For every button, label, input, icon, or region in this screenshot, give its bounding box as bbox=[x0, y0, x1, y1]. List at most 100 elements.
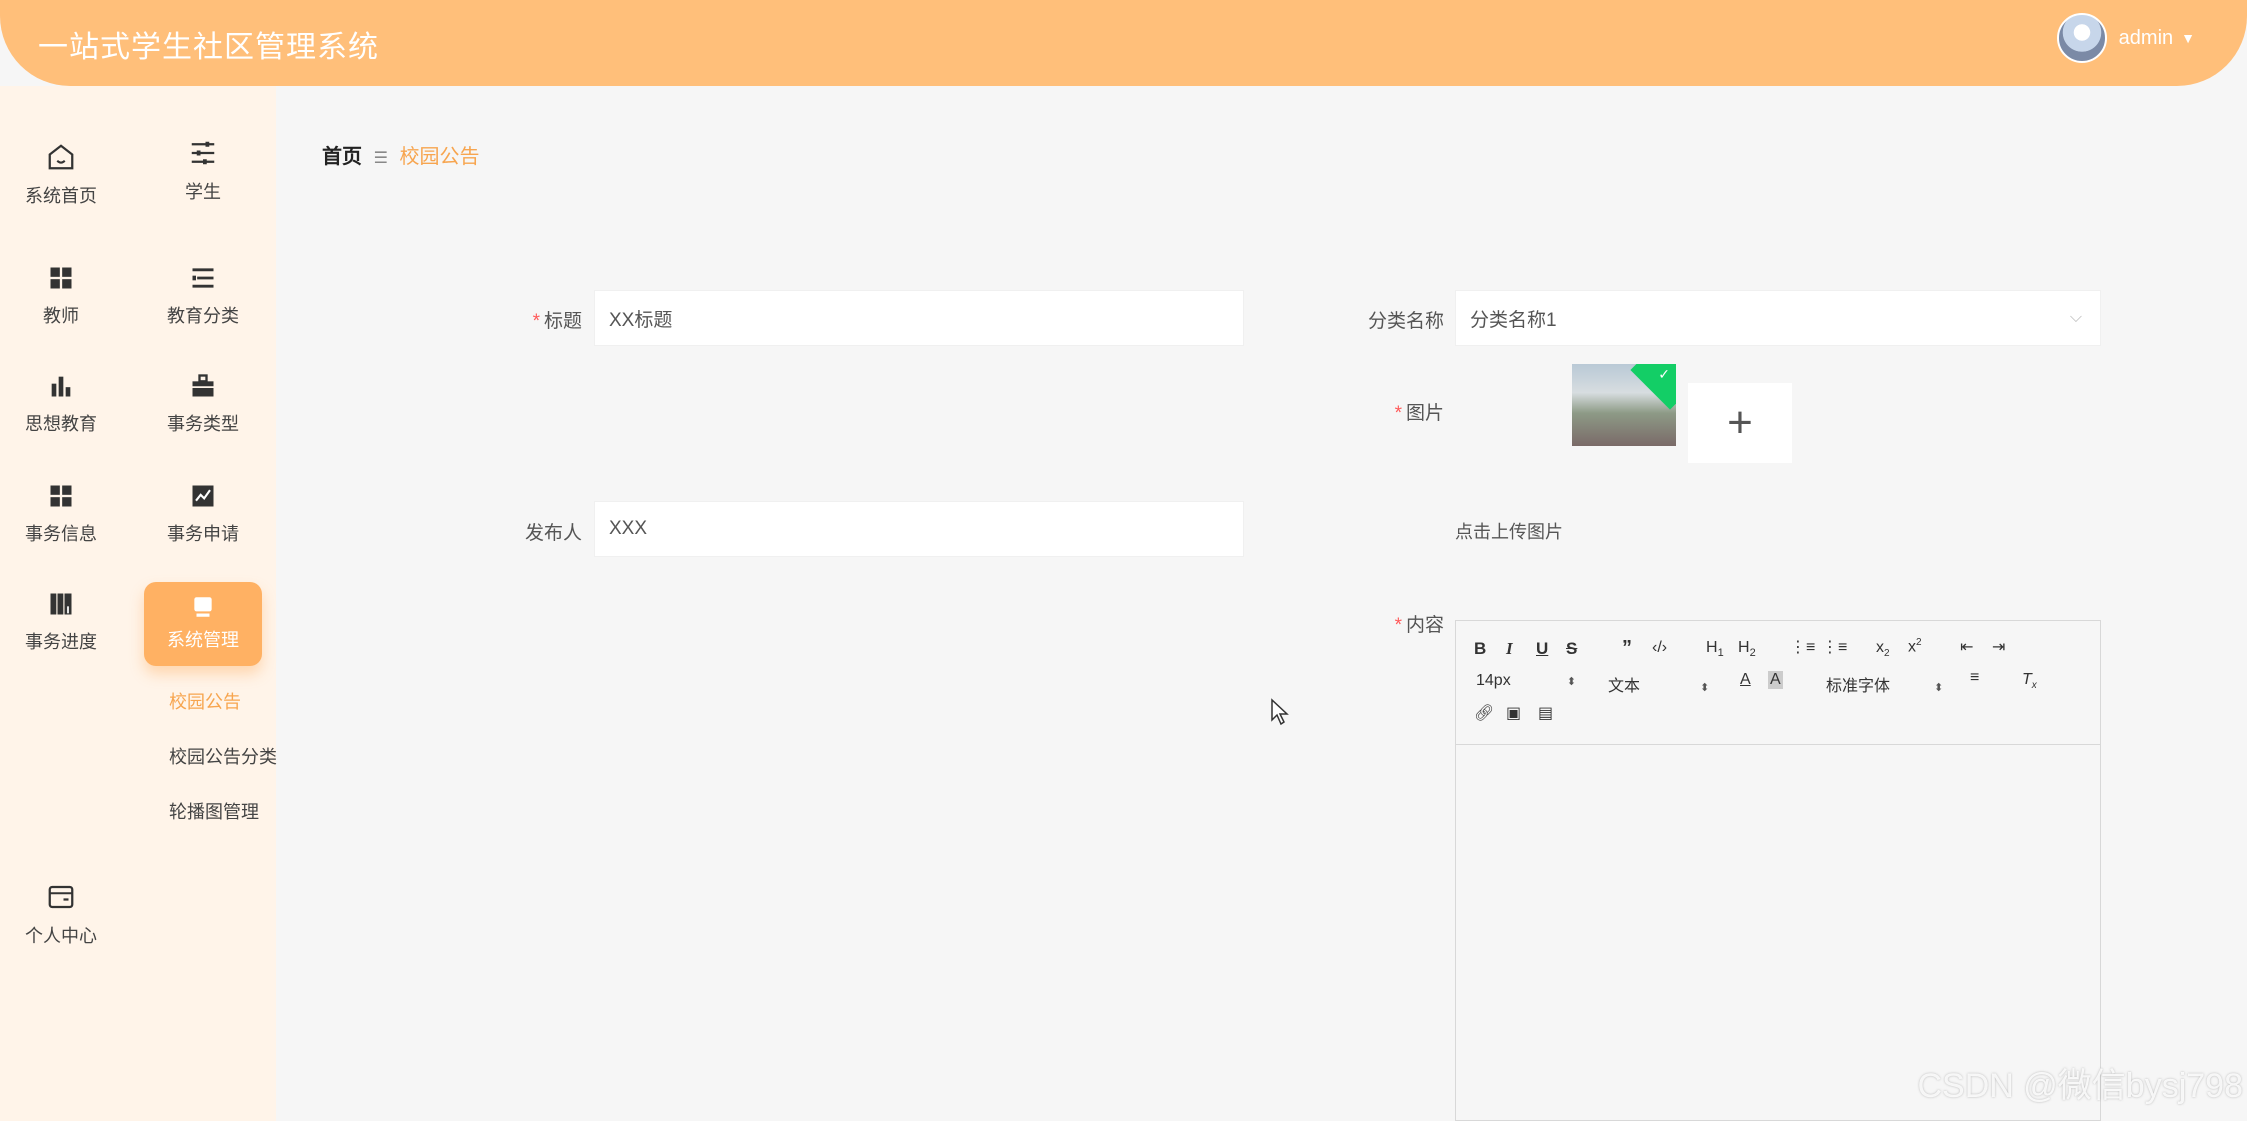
required-mark: * bbox=[1394, 615, 1402, 636]
content-label-text: 内容 bbox=[1405, 615, 1444, 636]
ordered-list-icon[interactable]: ⋮≡ bbox=[1790, 637, 1815, 657]
required-mark: * bbox=[532, 311, 540, 332]
home-icon bbox=[48, 144, 74, 170]
sidebar-item-ideology[interactable]: 思想教育 bbox=[2, 372, 120, 436]
font-size-value: 14px bbox=[1476, 672, 1511, 689]
updown-icon: ⬍ bbox=[1934, 682, 1944, 694]
list-icon bbox=[192, 268, 214, 288]
sidebar-item-affair-progress[interactable]: 事务进度 bbox=[2, 590, 120, 654]
breadcrumb-current: 校园公告 bbox=[399, 146, 480, 168]
image-icon[interactable]: ▣ bbox=[1506, 703, 1521, 723]
submenu-item-carousel[interactable]: 轮播图管理 bbox=[169, 798, 259, 824]
publisher-input[interactable]: XXX bbox=[594, 501, 1244, 557]
sidebar-item-teacher[interactable]: 教师 bbox=[2, 264, 120, 328]
plus-icon: + bbox=[1727, 398, 1753, 447]
trend-chart-icon bbox=[192, 485, 214, 507]
image-label-text: 图片 bbox=[1405, 403, 1444, 424]
sliders-icon bbox=[191, 141, 215, 165]
app-title: 一站式学生社区管理系统 bbox=[38, 31, 379, 64]
avatar[interactable] bbox=[2056, 13, 2107, 63]
sidebar-item-label: 个人中心 bbox=[25, 926, 97, 946]
align-icon[interactable]: ≡ bbox=[1970, 669, 1979, 687]
italic-icon[interactable]: I bbox=[1506, 639, 1513, 659]
chevron-down-icon: ⌵ bbox=[2069, 309, 2082, 326]
wallet-icon bbox=[48, 885, 74, 909]
submenu-item-campus-notice[interactable]: 校园公告 bbox=[169, 688, 241, 714]
sidebar: 系统首页 学生 教师 教育分类 思想教育 事务类型 事务信息 事务申请 事务进度… bbox=[0, 86, 277, 1121]
updown-icon: ⬍ bbox=[1566, 676, 1576, 688]
check-icon: ✓ bbox=[1658, 366, 1670, 382]
sidebar-item-student[interactable]: 学生 bbox=[144, 138, 262, 204]
user-menu[interactable]: admin ▼ bbox=[2056, 12, 2195, 64]
rich-text-editor: B I U S ” ‹/› H1 H2 ⋮≡ ⋮≡ x2 x2 ⇤ ⇥ 14px… bbox=[1455, 620, 2101, 1121]
grid-icon bbox=[50, 267, 72, 289]
superscript-icon[interactable]: x2 bbox=[1908, 637, 1922, 656]
updown-icon: ⬍ bbox=[1700, 682, 1710, 694]
category-select[interactable]: 分类名称1 ⌵ bbox=[1455, 290, 2101, 346]
submenu-item-notice-category[interactable]: 校园公告分类 bbox=[169, 743, 277, 769]
sidebar-item-system[interactable]: 系统管理 bbox=[144, 582, 262, 666]
sidebar-item-label: 思想教育 bbox=[25, 414, 97, 434]
sidebar-item-label: 事务进度 bbox=[25, 632, 97, 652]
title-input-value: XX标题 bbox=[609, 309, 673, 331]
breadcrumb-home[interactable]: 首页 bbox=[322, 146, 362, 168]
category-label: 分类名称 bbox=[1367, 311, 1444, 332]
title-label: * 标题 bbox=[432, 306, 582, 333]
background-color-icon[interactable]: A bbox=[1768, 671, 1783, 689]
header2-icon[interactable]: H2 bbox=[1738, 639, 1756, 659]
sidebar-item-label: 系统管理 bbox=[167, 630, 239, 650]
outdent-icon[interactable]: ⇤ bbox=[1960, 637, 1973, 657]
upload-image-button[interactable]: + bbox=[1688, 383, 1792, 463]
breadcrumb: 首页 ☰ 校园公告 bbox=[322, 140, 479, 169]
block-type-select[interactable]: 文本 ⬍ bbox=[1608, 672, 1709, 696]
sidebar-item-label: 事务信息 bbox=[25, 524, 97, 544]
category-select-value: 分类名称1 bbox=[1470, 309, 1557, 331]
top-header: 一站式学生社区管理系统 admin ▼ bbox=[0, 0, 2247, 86]
caret-down-icon[interactable]: ▼ bbox=[2181, 30, 2195, 46]
bold-icon[interactable]: B bbox=[1474, 639, 1486, 659]
publisher-label: 发布人 bbox=[524, 523, 582, 544]
font-color-icon[interactable]: A bbox=[1740, 671, 1751, 689]
book-icon bbox=[50, 593, 72, 615]
bar-chart-icon bbox=[51, 376, 71, 397]
strikethrough-icon[interactable]: S bbox=[1566, 639, 1577, 659]
font-family-select[interactable]: 标准字体 ⬍ bbox=[1826, 672, 1943, 696]
sidebar-item-affair-info[interactable]: 事务信息 bbox=[2, 482, 120, 546]
sidebar-item-label: 事务申请 bbox=[167, 524, 239, 544]
watermark: CSDN @微信bysj798 bbox=[1917, 1067, 2244, 1105]
mouse-cursor-icon bbox=[1271, 698, 1289, 726]
upload-hint: 点击上传图片 bbox=[1455, 522, 1563, 542]
subscript-icon[interactable]: x2 bbox=[1876, 639, 1890, 659]
header1-icon[interactable]: H1 bbox=[1706, 639, 1724, 659]
link-icon[interactable]: 🔗︎ bbox=[1474, 703, 1494, 723]
sidebar-item-affair-type[interactable]: 事务类型 bbox=[144, 372, 262, 436]
briefcase-icon bbox=[192, 374, 214, 397]
breadcrumb-separator-icon: ☰ bbox=[373, 150, 388, 167]
sidebar-item-label: 事务类型 bbox=[167, 414, 239, 434]
grid-icon bbox=[50, 485, 72, 507]
sidebar-item-profile[interactable]: 个人中心 bbox=[2, 882, 120, 948]
font-size-select[interactable]: 14px ⬍ bbox=[1476, 672, 1576, 690]
video-icon[interactable]: ▤ bbox=[1538, 703, 1553, 723]
image-label: * 图片 bbox=[1294, 398, 1444, 425]
block-type-value: 文本 bbox=[1608, 678, 1641, 695]
required-mark: * bbox=[1394, 403, 1402, 424]
clear-format-icon[interactable]: Tx bbox=[2022, 671, 2037, 691]
sidebar-item-affair-apply[interactable]: 事务申请 bbox=[144, 482, 262, 546]
publisher-input-value: XXX bbox=[609, 518, 648, 539]
title-input[interactable]: XX标题 bbox=[594, 290, 1244, 346]
editor-toolbar: B I U S ” ‹/› H1 H2 ⋮≡ ⋮≡ x2 x2 ⇤ ⇥ 14px… bbox=[1456, 621, 2100, 745]
sidebar-item-edu-category[interactable]: 教育分类 bbox=[144, 264, 262, 328]
indent-icon[interactable]: ⇥ bbox=[1992, 637, 2005, 657]
bullet-list-icon[interactable]: ⋮≡ bbox=[1822, 637, 1847, 657]
uploaded-image-thumbnail[interactable]: ✓ bbox=[1572, 364, 1676, 446]
username[interactable]: admin bbox=[2119, 27, 2173, 50]
sidebar-item-label: 系统首页 bbox=[25, 186, 97, 206]
code-icon[interactable]: ‹/› bbox=[1652, 639, 1667, 657]
title-label-text: 标题 bbox=[543, 311, 582, 332]
underline-icon[interactable]: U bbox=[1536, 639, 1548, 659]
blockquote-icon[interactable]: ” bbox=[1622, 637, 1632, 660]
sidebar-item-label: 教育分类 bbox=[167, 306, 239, 326]
sidebar-item-home[interactable]: 系统首页 bbox=[2, 142, 120, 208]
font-family-value: 标准字体 bbox=[1826, 678, 1891, 695]
